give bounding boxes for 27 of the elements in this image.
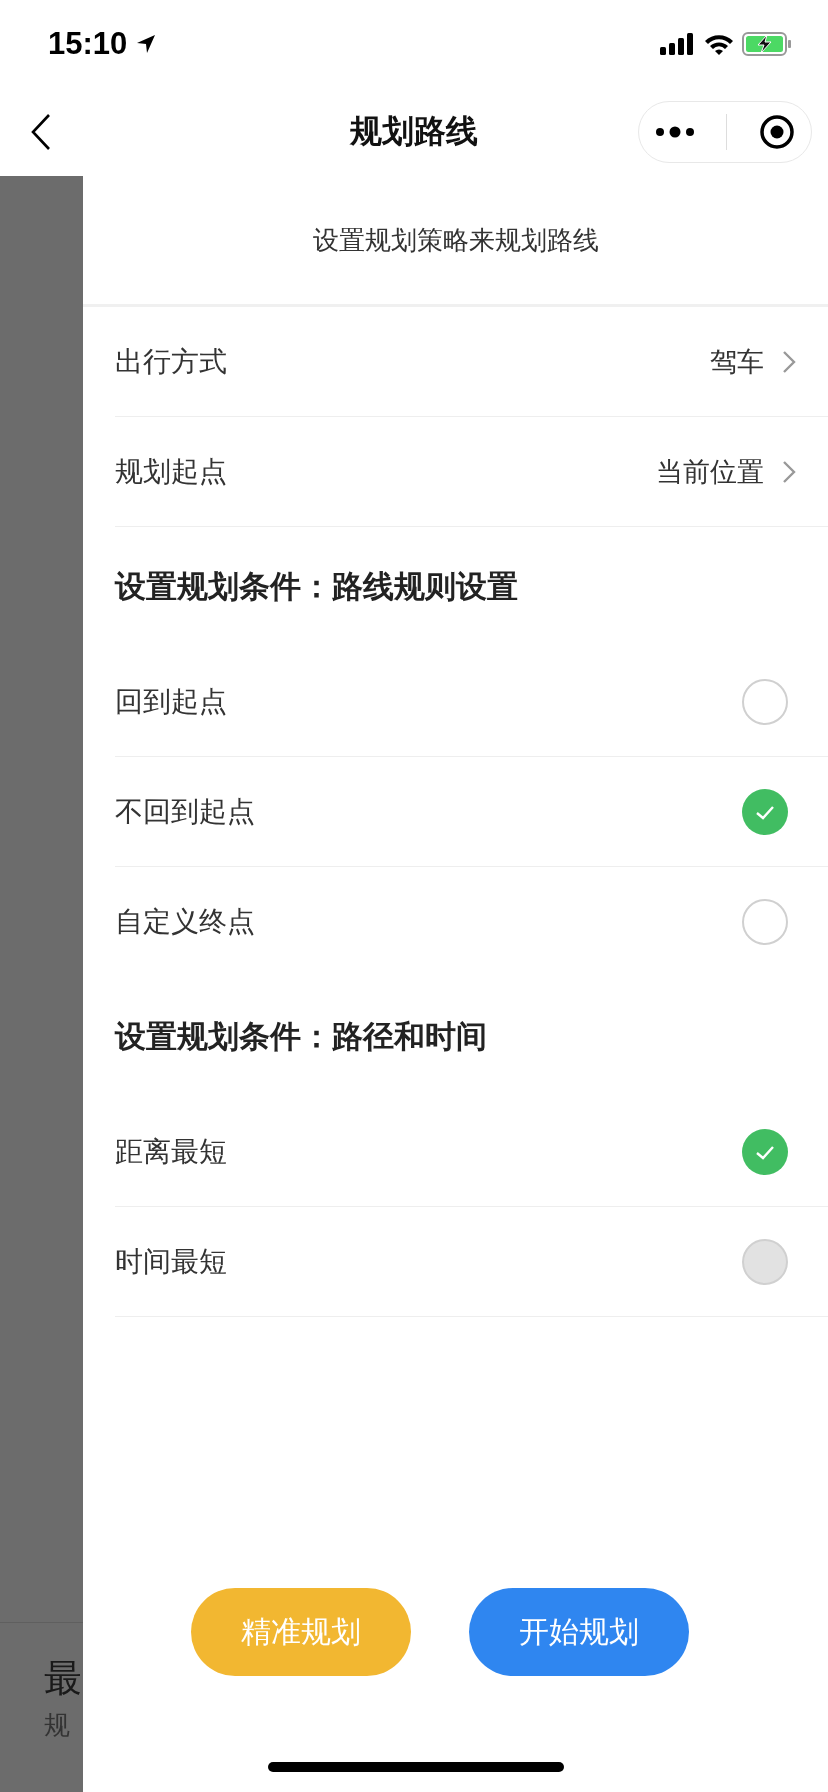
battery-charging-icon — [742, 32, 792, 56]
chevron-right-icon — [782, 459, 796, 484]
location-arrow-icon — [135, 33, 158, 55]
close-target-icon[interactable] — [759, 114, 796, 150]
option-label[interactable]: 自定义终点 — [115, 903, 255, 941]
panel-subtitle: 设置规划策略来规划路线 — [83, 176, 828, 307]
status-time: 15:10 — [48, 26, 128, 62]
radio-button[interactable] — [742, 788, 788, 835]
section-heading: 设置规划条件：路径和时间 — [113, 1017, 488, 1056]
page-title: 规划路线 — [348, 111, 479, 152]
setting-row[interactable]: 规划起点 当前位置 — [115, 417, 828, 527]
backdrop-title: 最 — [44, 1655, 83, 1702]
setting-row[interactable]: 出行方式 驾车 — [115, 307, 828, 417]
plan-button[interactable]: 开始规划 — [468, 1588, 689, 1676]
chevron-right-icon — [782, 349, 796, 374]
back-button[interactable] — [30, 113, 52, 151]
option-label[interactable]: 距离最短 — [115, 1132, 227, 1171]
wifi-icon — [704, 33, 734, 55]
radio-button[interactable] — [742, 1128, 788, 1175]
option-label[interactable]: 回到起点 — [115, 682, 227, 721]
section-heading: 设置规划条件：路线规则设置 — [113, 567, 519, 606]
more-icon[interactable] — [654, 126, 695, 138]
option-label[interactable]: 不回到起点 — [115, 792, 255, 831]
signal-icon — [660, 33, 696, 55]
backdrop-subtitle: 规 — [44, 1709, 70, 1742]
radio-button[interactable] — [742, 899, 788, 945]
radio-button[interactable] — [742, 678, 788, 725]
